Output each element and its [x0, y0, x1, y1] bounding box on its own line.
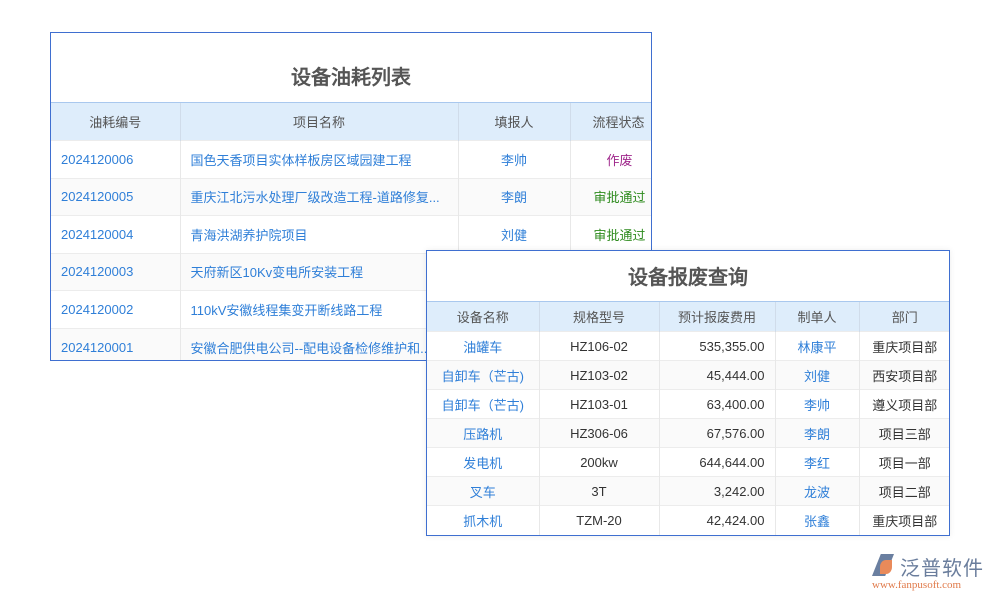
maker-link[interactable]: 张鑫 — [774, 505, 859, 535]
scrap-cost: 45,444.00 — [658, 360, 775, 390]
table-row[interactable]: 抓木机 TZM-20 42,424.00 张鑫 重庆项目部 — [427, 505, 949, 535]
column-header[interactable]: 项目名称 — [179, 102, 458, 141]
fuel-id-link[interactable]: 2024120001 — [51, 327, 180, 360]
maker-link[interactable]: 李朗 — [774, 418, 859, 448]
project-name-link[interactable]: 110kV安徽线程集变开断线路工程 — [179, 290, 458, 328]
scrap-query-panel: 设备报废查询 设备名称 规格型号 预计报废费用 制单人 部门 油罐车 HZ106… — [426, 250, 950, 536]
scrap-cost: 644,644.00 — [658, 447, 775, 477]
reporter: 李朗 — [457, 177, 570, 216]
model: HZ306-06 — [538, 418, 659, 448]
table-row[interactable]: 油罐车 HZ106-02 535,355.00 林康平 重庆项目部 — [427, 331, 949, 361]
status-badge: 审批通过 — [569, 215, 651, 253]
department: 遵义项目部 — [858, 389, 949, 419]
column-header[interactable]: 预计报废费用 — [658, 301, 775, 332]
maker-link[interactable]: 林康平 — [774, 331, 859, 361]
table-row[interactable]: 压路机 HZ306-06 67,576.00 李朗 项目三部 — [427, 418, 949, 448]
column-header[interactable]: 油耗编号 — [51, 102, 180, 141]
reporter: 刘健 — [457, 215, 570, 253]
model: 3T — [538, 476, 659, 506]
table-row[interactable]: 2024120004 青海洪湖养护院项目 刘健 审批通过 — [51, 215, 651, 253]
scrap-table: 设备名称 规格型号 预计报废费用 制单人 部门 油罐车 HZ106-02 535… — [427, 301, 949, 535]
logo-name: 泛普软件 — [900, 556, 984, 580]
model: HZ106-02 — [538, 331, 659, 361]
department: 重庆项目部 — [858, 505, 949, 535]
scrap-cost: 42,424.00 — [658, 505, 775, 535]
fanpusoft-logo: 泛普软件 www.fanpusoft.com — [870, 552, 995, 594]
logo-icon-accent — [880, 560, 892, 574]
table-row[interactable]: 2024120005 重庆江北污水处理厂级改造工程-道路修复... 李朗 审批通… — [51, 177, 651, 216]
table-row[interactable]: 自卸车（芒古) HZ103-01 63,400.00 李帅 遵义项目部 — [427, 389, 949, 419]
column-header[interactable]: 部门 — [858, 301, 949, 332]
maker-link[interactable]: 刘健 — [774, 360, 859, 390]
table-row[interactable]: 发电机 200kw 644,644.00 李红 项目一部 — [427, 447, 949, 477]
fuel-id-link[interactable]: 2024120006 — [51, 140, 180, 178]
table-row[interactable]: 2024120006 国色天香项目实体样板房区域园建工程 李帅 作废 — [51, 140, 651, 178]
scrap-cost: 63,400.00 — [658, 389, 775, 419]
equipment-name-link[interactable]: 油罐车 — [427, 331, 539, 361]
column-header[interactable]: 填报人 — [457, 102, 570, 141]
column-header[interactable]: 流程状态 — [569, 102, 651, 141]
department: 西安项目部 — [858, 360, 949, 390]
equipment-name-link[interactable]: 发电机 — [427, 447, 539, 477]
project-name-link[interactable]: 重庆江北污水处理厂级改造工程-道路修复... — [179, 177, 458, 216]
maker-link[interactable]: 李帅 — [774, 389, 859, 419]
maker-link[interactable]: 李红 — [774, 447, 859, 477]
model: TZM-20 — [538, 505, 659, 535]
table-row[interactable]: 自卸车（芒古) HZ103-02 45,444.00 刘健 西安项目部 — [427, 360, 949, 390]
column-header[interactable]: 设备名称 — [427, 301, 539, 332]
column-header[interactable]: 制单人 — [774, 301, 859, 332]
equipment-name-link[interactable]: 抓木机 — [427, 505, 539, 535]
panel-title: 设备油耗列表 — [291, 65, 411, 89]
model: HZ103-01 — [538, 389, 659, 419]
equipment-name-link[interactable]: 叉车 — [427, 476, 539, 506]
model: HZ103-02 — [538, 360, 659, 390]
scrap-cost: 67,576.00 — [658, 418, 775, 448]
panel-title: 设备报废查询 — [628, 265, 748, 289]
equipment-name-link[interactable]: 压路机 — [427, 418, 539, 448]
scrap-cost: 3,242.00 — [658, 476, 775, 506]
logo-url: www.fanpusoft.com — [872, 579, 962, 591]
equipment-name-link[interactable]: 自卸车（芒古) — [427, 360, 539, 390]
fuel-id-link[interactable]: 2024120004 — [51, 215, 180, 253]
model: 200kw — [538, 447, 659, 477]
department: 重庆项目部 — [858, 331, 949, 361]
fuel-id-link[interactable]: 2024120003 — [51, 252, 180, 291]
scrap-cost: 535,355.00 — [658, 331, 775, 361]
table-row[interactable]: 叉车 3T 3,242.00 龙波 项目二部 — [427, 476, 949, 506]
maker-link[interactable]: 龙波 — [774, 476, 859, 506]
department: 项目二部 — [858, 476, 949, 506]
equipment-name-link[interactable]: 自卸车（芒古) — [427, 389, 539, 419]
column-header[interactable]: 规格型号 — [538, 301, 659, 332]
project-name-link[interactable]: 青海洪湖养护院项目 — [179, 215, 458, 253]
project-name-link[interactable]: 安徽合肥供电公司--配电设备检修维护和... — [179, 327, 458, 360]
project-name-link[interactable]: 国色天香项目实体样板房区域园建工程 — [179, 140, 458, 178]
status-badge: 审批通过 — [569, 177, 651, 216]
fuel-id-link[interactable]: 2024120002 — [51, 290, 180, 328]
status-badge: 作废 — [569, 140, 651, 178]
department: 项目三部 — [858, 418, 949, 448]
department: 项目一部 — [858, 447, 949, 477]
reporter: 李帅 — [457, 140, 570, 178]
project-name-link[interactable]: 天府新区10Kv变电所安装工程 — [179, 252, 458, 291]
fuel-id-link[interactable]: 2024120005 — [51, 177, 180, 216]
